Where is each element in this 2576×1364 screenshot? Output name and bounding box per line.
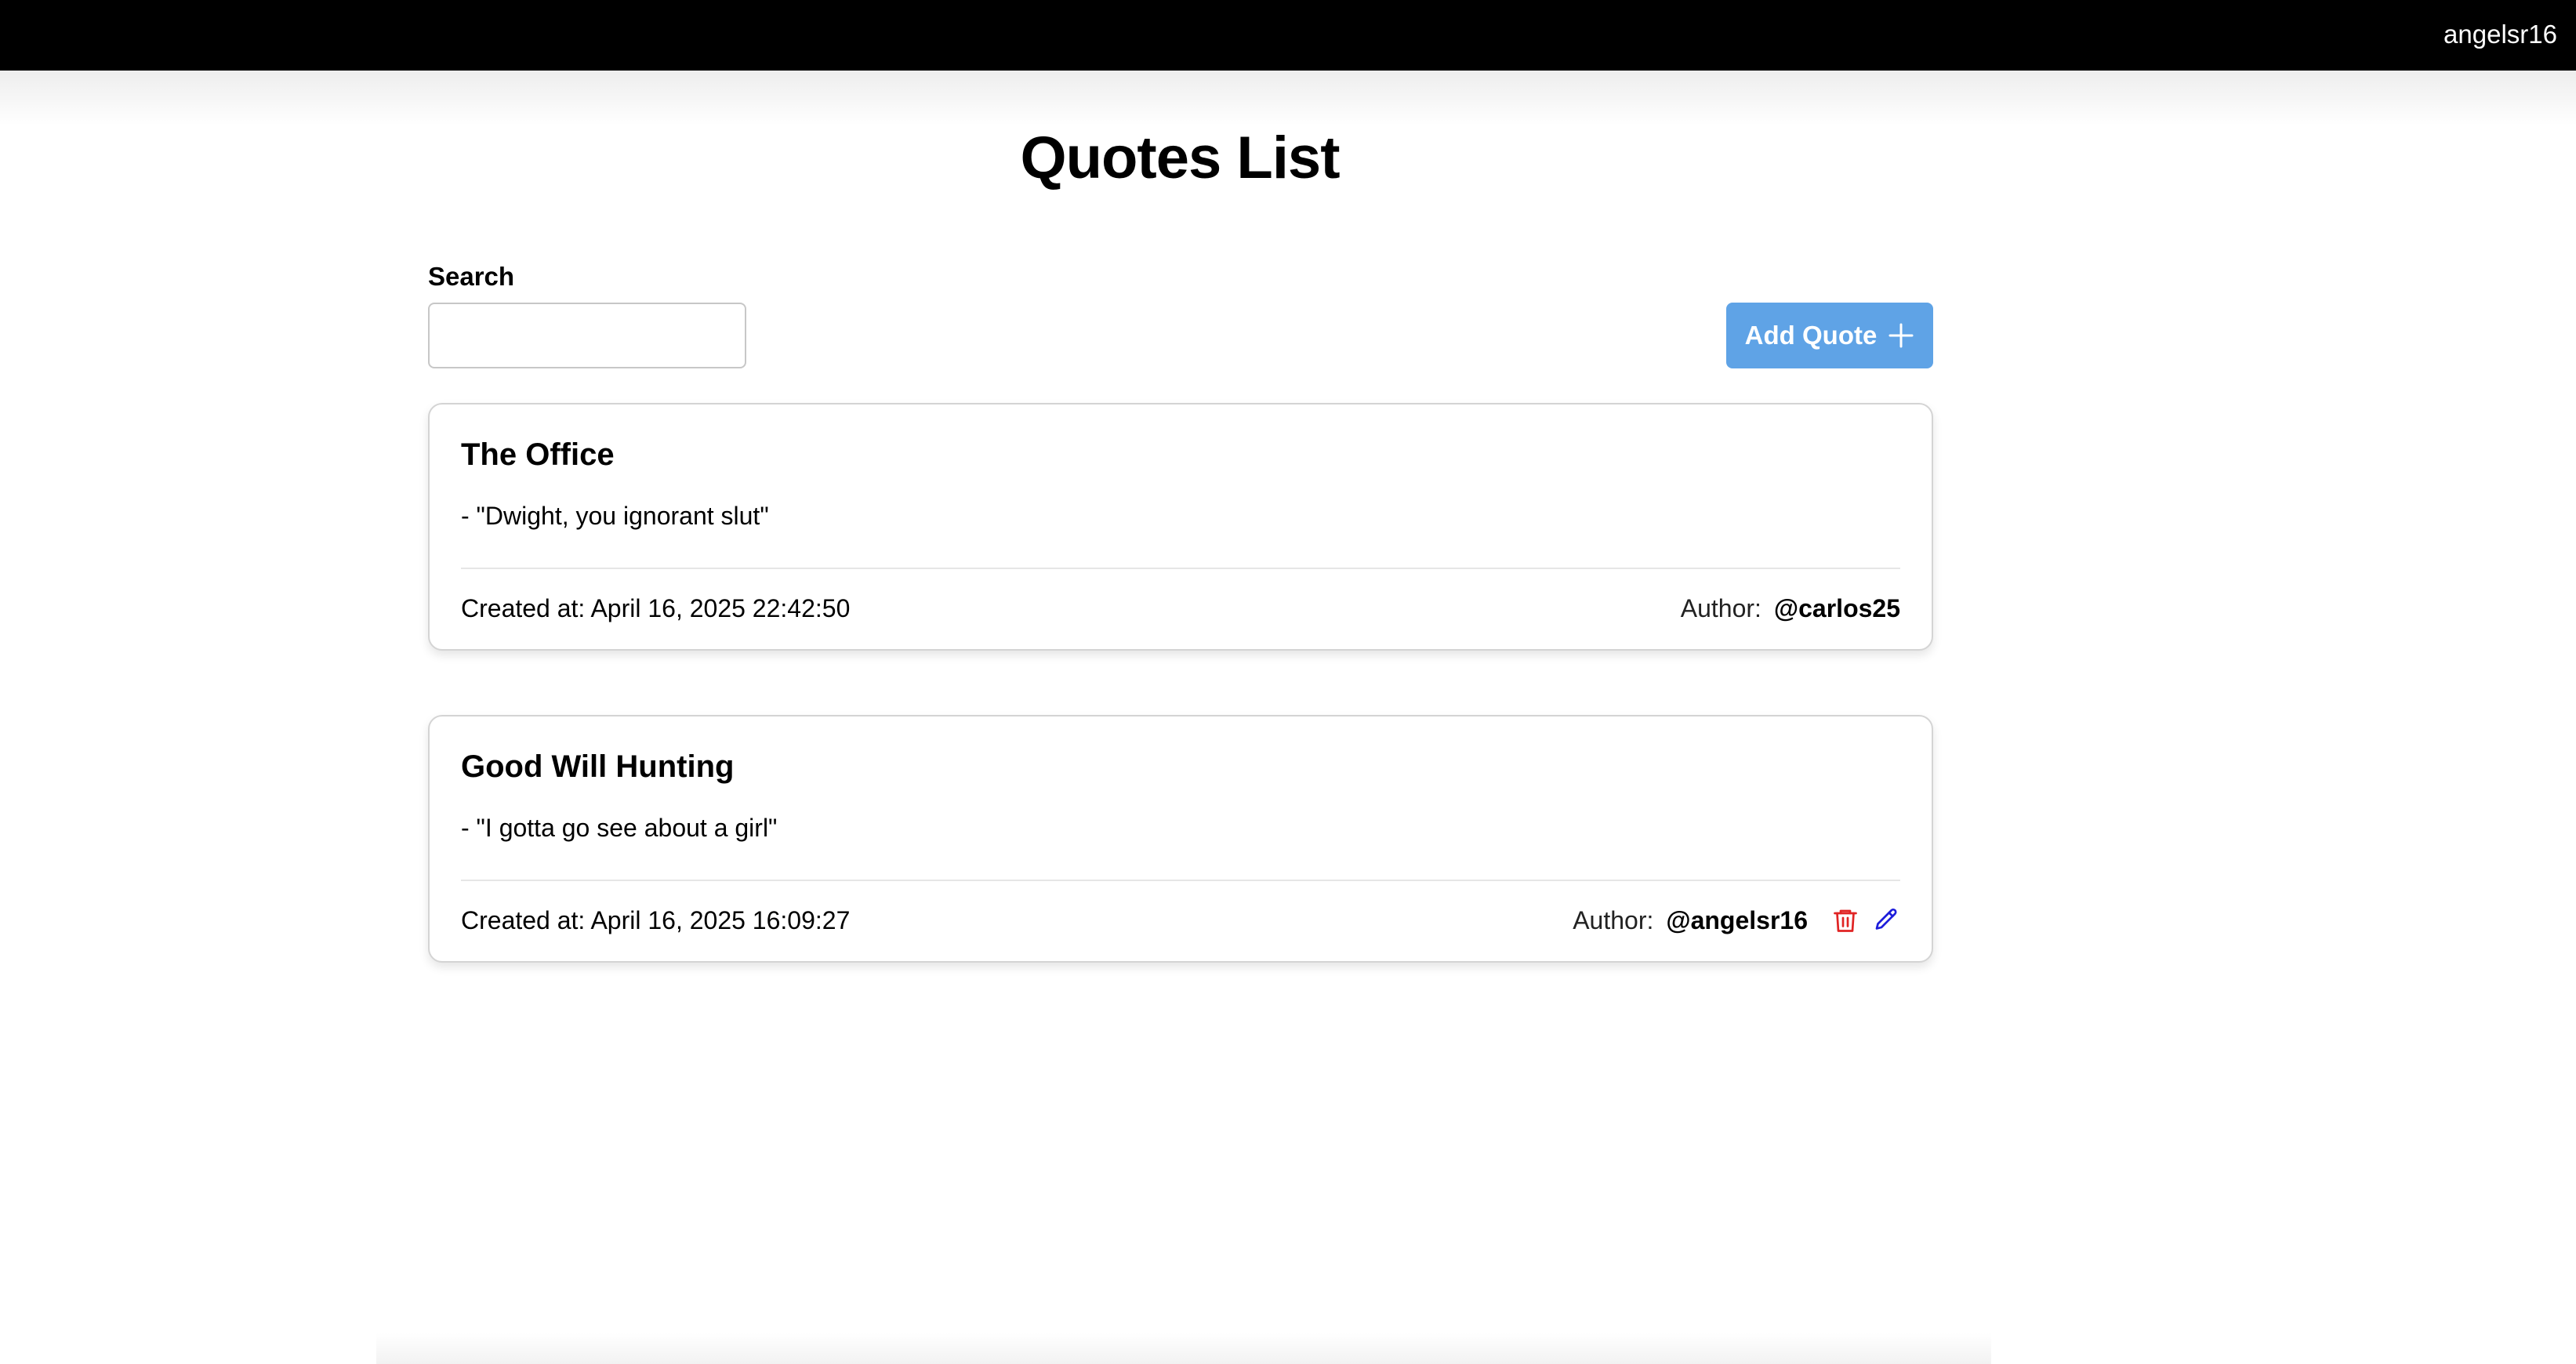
quote-text: - "I gotta go see about a girl" bbox=[461, 814, 778, 842]
author-info: Author: @carlos25 bbox=[1681, 594, 1900, 623]
author-handle: @angelsr16 bbox=[1666, 905, 1808, 934]
card-footer: Created at: April 16, 2025 22:42:50 Auth… bbox=[461, 589, 1900, 627]
card-divider bbox=[461, 568, 1900, 569]
quote-card: The Office - "Dwight, you ignorant slut"… bbox=[428, 403, 1933, 651]
plus-icon bbox=[1888, 322, 1914, 349]
author-label: Author: bbox=[1680, 593, 1761, 622]
add-quote-button[interactable]: Add Quote bbox=[1726, 303, 1933, 368]
bottom-shadow bbox=[376, 1333, 1991, 1364]
username-link[interactable]: angelsr16 bbox=[2444, 0, 2557, 71]
created-at: Created at: April 16, 2025 16:09:27 bbox=[461, 905, 851, 934]
author-info: Author: @angelsr16 bbox=[1573, 906, 1900, 935]
search-input[interactable] bbox=[428, 303, 746, 368]
author-label: Author: bbox=[1573, 905, 1654, 934]
created-at: Created at: April 16, 2025 22:42:50 bbox=[461, 593, 851, 622]
quote-title: Good Will Hunting bbox=[461, 749, 735, 784]
card-footer: Created at: April 16, 2025 16:09:27 Auth… bbox=[461, 901, 1900, 939]
quote-title: The Office bbox=[461, 437, 615, 472]
author-handle: @carlos25 bbox=[1773, 593, 1900, 622]
trash-icon[interactable] bbox=[1831, 906, 1859, 934]
page-title: Quotes List bbox=[1020, 125, 1340, 191]
add-quote-label: Add Quote bbox=[1744, 321, 1878, 350]
quote-text: - "Dwight, you ignorant slut" bbox=[461, 502, 769, 530]
navbar-shadow bbox=[0, 71, 2576, 125]
quote-card: Good Will Hunting - "I gotta go see abou… bbox=[428, 715, 1933, 963]
search-label: Search bbox=[428, 262, 515, 291]
card-divider bbox=[461, 880, 1900, 881]
pencil-icon[interactable] bbox=[1872, 906, 1900, 934]
top-navbar: angelsr16 bbox=[0, 0, 2576, 71]
